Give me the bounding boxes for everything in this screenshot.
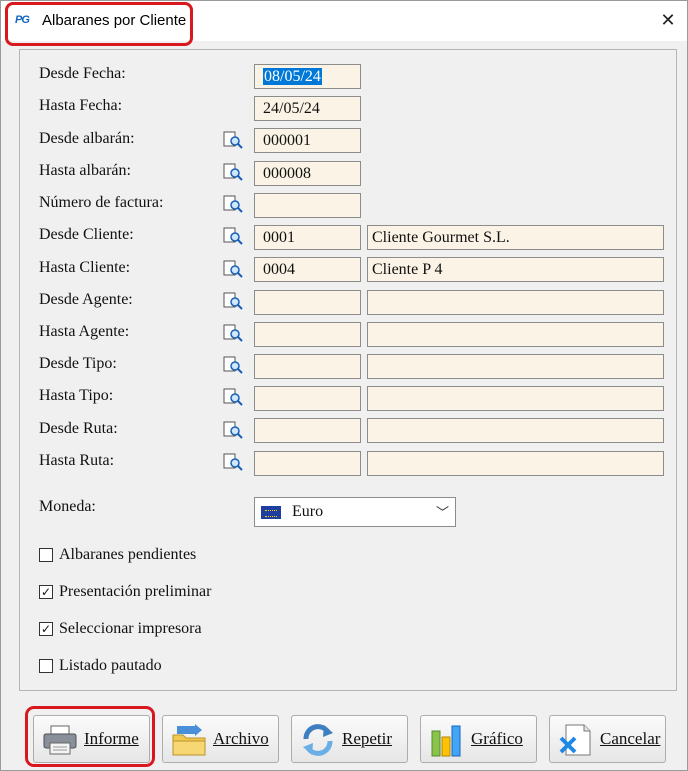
cancel-icon	[559, 724, 591, 756]
albaranes-pendientes-label: Albaranes pendientes	[59, 546, 197, 563]
desde-albaran-label: Desde albarán:	[39, 130, 135, 147]
report-dialog: PG Albaranes por Cliente ✕ Desde Fecha: …	[0, 0, 688, 771]
desde-agente-code-input[interactable]	[254, 290, 361, 315]
title-highlight-annotation	[5, 2, 193, 46]
desde-fecha-label: Desde Fecha:	[39, 65, 126, 82]
moneda-label: Moneda:	[39, 498, 96, 515]
desde-ruta-code-input[interactable]	[254, 418, 361, 443]
refresh-icon	[303, 724, 333, 756]
repetir-label: Repetir	[342, 729, 393, 748]
hasta-fecha-label: Hasta Fecha:	[39, 97, 123, 114]
hasta-tipo-code-input[interactable]	[254, 386, 361, 411]
numero-factura-input[interactable]	[254, 193, 361, 218]
desde-cliente-name-field: Cliente Gourmet S.L.	[367, 225, 664, 250]
lookup-icon[interactable]	[223, 421, 243, 439]
hasta-agente-code-input[interactable]	[254, 322, 361, 347]
lookup-icon[interactable]	[223, 388, 243, 406]
lookup-icon[interactable]	[223, 260, 243, 278]
moneda-value: Euro	[292, 503, 324, 520]
listado-pautado-label: Listado pautado	[59, 657, 162, 674]
repetir-button[interactable]: Repetir	[291, 715, 408, 763]
hasta-ruta-label: Hasta Ruta:	[39, 452, 115, 469]
lookup-icon[interactable]	[223, 195, 243, 213]
cancelar-label: Cancelar	[600, 729, 661, 748]
hasta-albaran-input[interactable]: 000008	[254, 161, 361, 186]
archivo-button[interactable]: Archivo	[162, 715, 279, 763]
chevron-down-icon: ﹀	[435, 506, 449, 521]
desde-fecha-input[interactable]: 08/05/24	[254, 64, 361, 89]
folder-icon	[172, 724, 206, 756]
hasta-ruta-code-input[interactable]	[254, 451, 361, 476]
desde-tipo-code-input[interactable]	[254, 354, 361, 379]
moneda-select[interactable]: Euro ﹀	[254, 497, 456, 527]
hasta-cliente-name-field: Cliente P 4	[367, 257, 664, 282]
hasta-tipo-name-field	[367, 386, 664, 411]
informe-highlight-annotation	[25, 706, 155, 767]
seleccionar-impresora-label: Seleccionar impresora	[59, 620, 202, 637]
hasta-ruta-name-field	[367, 451, 664, 476]
lookup-icon[interactable]	[223, 453, 243, 471]
numero-factura-label: Número de factura:	[39, 194, 164, 211]
lookup-icon[interactable]	[223, 163, 243, 181]
eu-flag-icon	[261, 506, 281, 519]
bar-chart-icon	[431, 725, 461, 757]
hasta-agente-label: Hasta Agente:	[39, 323, 130, 340]
lookup-icon[interactable]	[223, 324, 243, 342]
hasta-agente-name-field	[367, 322, 664, 347]
cancelar-button[interactable]: Cancelar	[549, 715, 666, 763]
lookup-icon[interactable]	[223, 356, 243, 374]
desde-tipo-name-field	[367, 354, 664, 379]
hasta-cliente-code-input[interactable]: 0004	[254, 257, 361, 282]
archivo-label: Archivo	[213, 729, 269, 748]
lookup-icon[interactable]	[223, 227, 243, 245]
hasta-cliente-label: Hasta Cliente:	[39, 259, 131, 276]
presentacion-preliminar-checkbox[interactable]: ✓	[39, 585, 53, 599]
desde-tipo-label: Desde Tipo:	[39, 355, 117, 372]
hasta-tipo-label: Hasta Tipo:	[39, 387, 114, 404]
desde-cliente-label: Desde Cliente:	[39, 226, 134, 243]
desde-ruta-name-field	[367, 418, 664, 443]
listado-pautado-checkbox[interactable]	[39, 659, 53, 673]
lookup-icon[interactable]	[223, 131, 243, 149]
lookup-icon[interactable]	[223, 292, 243, 310]
albaranes-pendientes-checkbox[interactable]	[39, 548, 53, 562]
desde-agente-name-field	[367, 290, 664, 315]
desde-agente-label: Desde Agente:	[39, 291, 133, 308]
desde-cliente-code-input[interactable]: 0001	[254, 225, 361, 250]
grafico-button[interactable]: Gráfico	[420, 715, 537, 763]
hasta-albaran-label: Hasta albarán:	[39, 162, 131, 179]
desde-albaran-input[interactable]: 000001	[254, 128, 361, 153]
grafico-label: Gráfico	[471, 729, 523, 748]
close-button[interactable]: ✕	[653, 6, 683, 36]
presentacion-preliminar-label: Presentación preliminar	[59, 583, 212, 600]
seleccionar-impresora-checkbox[interactable]: ✓	[39, 622, 53, 636]
desde-ruta-label: Desde Ruta:	[39, 420, 118, 437]
hasta-fecha-input[interactable]: 24/05/24	[254, 96, 361, 121]
